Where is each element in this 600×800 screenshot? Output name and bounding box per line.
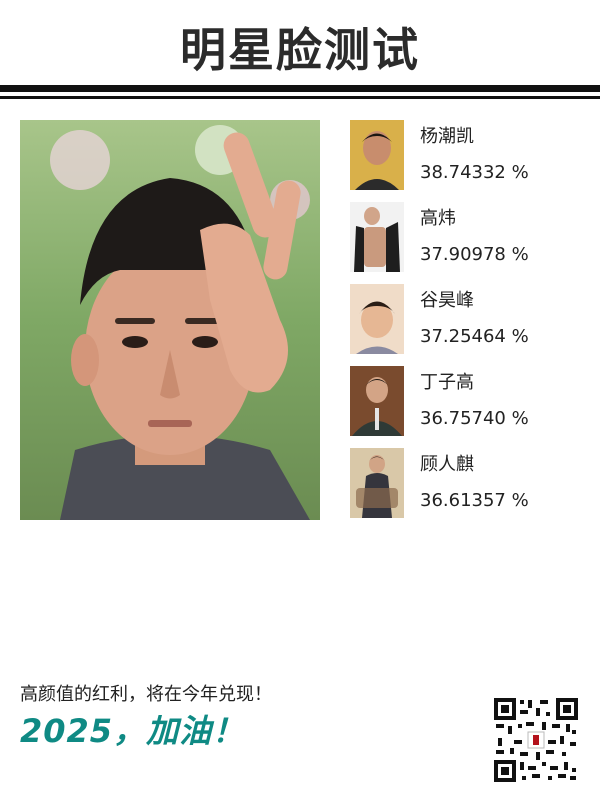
match-thumbnail <box>350 366 404 436</box>
footer-message: 高颜值的红利，将在今年兑现！ <box>20 684 272 705</box>
match-name: 顾人麒 <box>420 454 474 475</box>
header-divider-thick <box>0 85 600 92</box>
match-score: 36.61357 % <box>420 490 529 511</box>
match-name: 高炜 <box>420 208 456 229</box>
match-score: 37.25464 % <box>420 326 529 347</box>
match-item: 顾人麒 36.61357 % <box>350 448 580 518</box>
footer-slogan: 2025，加油！ <box>20 712 246 750</box>
match-name: 谷昊峰 <box>420 290 474 311</box>
match-score: 36.75740 % <box>420 408 529 429</box>
match-score: 38.74332 % <box>420 162 529 183</box>
qr-code-icon <box>492 696 580 784</box>
match-name: 杨潮凯 <box>420 126 474 147</box>
match-thumbnail <box>350 448 404 518</box>
match-item: 高炜 37.90978 % <box>350 202 580 272</box>
page-title: 明星脸测试 <box>180 23 420 77</box>
match-item: 杨潮凯 38.74332 % <box>350 120 580 190</box>
match-thumbnail <box>350 284 404 354</box>
match-score: 37.90978 % <box>420 244 529 265</box>
header-divider-thin <box>0 96 600 99</box>
match-thumbnail <box>350 202 404 272</box>
match-thumbnail <box>350 120 404 190</box>
match-item: 丁子高 36.75740 % <box>350 366 580 436</box>
match-item: 谷昊峰 37.25464 % <box>350 284 580 354</box>
match-name: 丁子高 <box>420 372 474 393</box>
uploaded-photo <box>20 120 320 520</box>
